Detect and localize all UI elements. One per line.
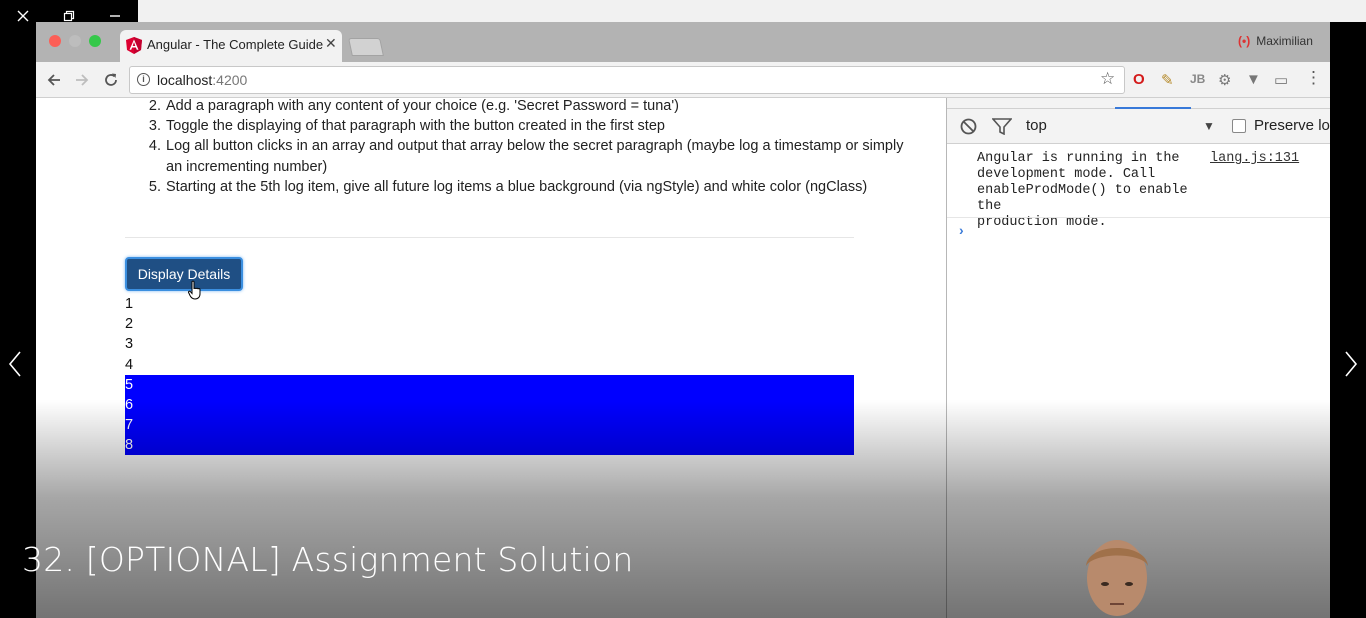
reload-icon [105,73,117,86]
profile-button[interactable]: (•) Maximilian [1238,34,1313,48]
arrow-right-icon [76,74,89,86]
log-item-highlighted: 7 [125,415,854,436]
profile-name: Maximilian [1256,34,1313,48]
browser-toolbar: i localhost:4200 ☆ O ✎ JB ⚙ ▼ ▭ ⋮ [36,62,1330,98]
new-tab-button[interactable] [348,38,384,56]
context-selector[interactable]: top [1026,117,1047,134]
menu-icon[interactable]: ⋮ [1305,68,1322,88]
instructor-webcam [1086,540,1148,616]
player-top-strip [138,0,1366,22]
assignment-steps: Add a paragraph with any content of your… [125,98,915,197]
log-item: 2 [125,316,134,332]
close-icon [17,10,29,22]
dropdown-arrow-icon[interactable]: ▼ [1203,119,1215,133]
info-icon[interactable]: i [137,73,150,86]
console-message: Angular is running in the development mo… [977,151,1188,230]
jb-extension-icon[interactable]: JB [1190,72,1205,86]
eyedropper-extension-icon[interactable]: ✎ [1161,71,1174,89]
log-item-highlighted: 6 [125,395,854,416]
divider [125,237,854,238]
traffic-light-minimize-icon[interactable] [69,35,81,47]
browser-tab-active[interactable]: Angular - The Complete Guide ✕ [120,30,342,62]
preserve-log-label: Preserve lo [1254,117,1330,134]
console-toolbar: top ▼ Preserve lo [947,109,1330,144]
log-item: 4 [125,357,134,373]
profile-icon: (•) [1238,34,1251,48]
tab-title: Angular - The Complete Guide [147,37,324,52]
vue-extension-icon[interactable]: ▼ [1246,71,1261,88]
log-item-highlighted: 8 [125,435,854,456]
step-item: Add a paragraph with any content of your… [165,98,915,116]
console-source-link[interactable]: lang.js:131 [1210,151,1299,167]
url-text: localhost:4200 [157,72,248,88]
console-prompt-icon[interactable]: › [959,222,964,238]
step-item: Toggle the displaying of that paragraph … [165,116,915,136]
angular-favicon-icon [126,37,142,54]
step-item: Starting at the 5th log item, give all f… [165,177,915,197]
opera-extension-icon[interactable]: O [1133,71,1145,88]
clear-console-icon[interactable] [960,118,977,135]
forward-button[interactable] [70,68,94,92]
log-item: 1 [125,296,134,312]
lecture-caption: 32. [OPTIONAL] Assignment Solution [22,540,634,579]
reload-button[interactable] [99,68,123,92]
bookmark-star-icon[interactable]: ☆ [1100,69,1115,89]
gear-extension-icon[interactable]: ⚙ [1218,71,1231,89]
address-bar[interactable]: i localhost:4200 ☆ [129,66,1125,94]
tab-close-icon[interactable]: ✕ [325,35,337,52]
browser-tab-bar: Angular - The Complete Guide ✕ (•) Maximi… [36,22,1330,62]
preserve-log-checkbox[interactable] [1232,119,1246,133]
display-details-button[interactable]: Display Details [125,257,243,291]
arrow-left-icon [47,74,60,86]
browser-window: Angular - The Complete Guide ✕ (•) Maximi… [36,22,1330,618]
console-message-divider [947,217,1330,218]
chevron-right-icon [1345,351,1358,377]
step-item: Log all button clicks in an array and ou… [165,136,915,176]
next-lecture-button[interactable] [1336,346,1366,382]
cast-extension-icon[interactable]: ▭ [1274,71,1288,89]
back-button[interactable] [42,68,66,92]
traffic-light-zoom-icon[interactable] [89,35,101,47]
log-item: 3 [125,336,134,352]
chevron-left-icon [8,351,21,377]
filter-icon[interactable] [992,118,1012,135]
restore-icon [63,10,75,22]
traffic-light-close-icon[interactable] [49,35,61,47]
previous-lecture-button[interactable] [0,346,30,382]
minimize-icon [110,15,120,17]
log-item-highlighted: 5 [125,375,854,396]
